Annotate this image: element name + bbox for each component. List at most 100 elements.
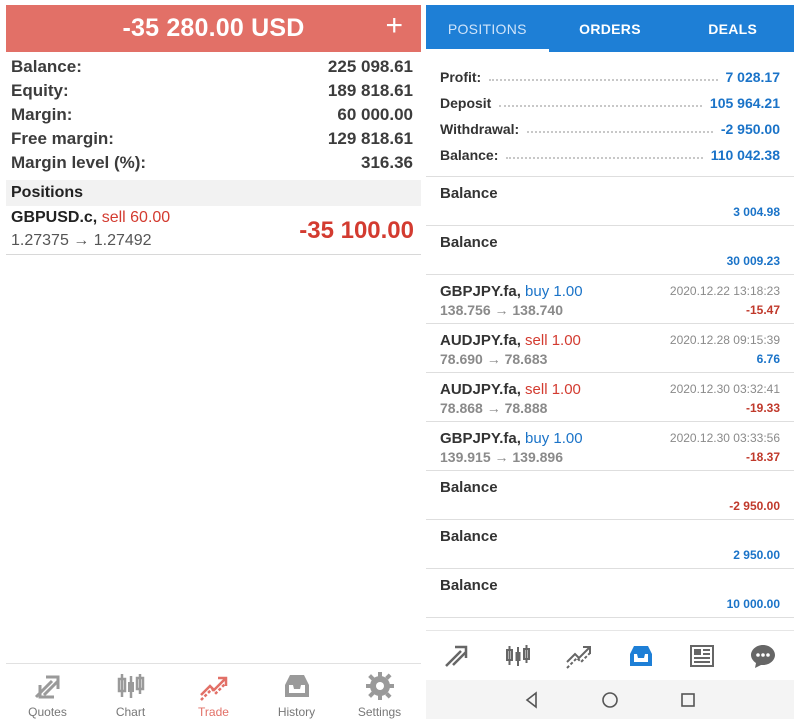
deal-amount: -15.47 bbox=[745, 303, 780, 317]
dotted-leader bbox=[499, 105, 702, 107]
tab-positions[interactable]: POSITIONS bbox=[426, 5, 549, 52]
right-bottom-navigation bbox=[426, 630, 794, 680]
deal-row[interactable]: AUDJPY.fa, sell 1.00 78.690 → 78.683 202… bbox=[426, 324, 794, 373]
account-label: Free margin: bbox=[11, 129, 114, 148]
account-value: 129 818.61 bbox=[327, 129, 413, 148]
nav-quotes[interactable]: Quotes bbox=[6, 664, 89, 719]
nav-chart[interactable] bbox=[487, 631, 548, 680]
dotted-leader bbox=[527, 131, 713, 133]
chart-line-icon bbox=[566, 645, 592, 669]
deal-row[interactable]: Balance 3 004.98 bbox=[426, 177, 794, 226]
position-profit: -35 100.00 bbox=[299, 217, 414, 244]
trade-panel: -35 280.00 USD + Balance: 225 098.61 Equ… bbox=[6, 5, 421, 719]
summary-row-profit: Profit: 7 028.17 bbox=[440, 64, 780, 90]
deal-side: buy 1.00 bbox=[525, 430, 583, 447]
nav-chart[interactable]: Chart bbox=[89, 664, 172, 719]
account-label: Equity: bbox=[11, 81, 69, 100]
deal-row[interactable]: Balance 2 950.00 bbox=[426, 520, 794, 569]
history-icon bbox=[284, 675, 309, 697]
deal-row[interactable]: GBPJPY.fa, buy 1.00 138.756 → 138.740 20… bbox=[426, 275, 794, 324]
deals-list: Balance 3 004.98 Balance 30 009.23 GBPJP… bbox=[426, 177, 794, 618]
summary-value: 7 028.17 bbox=[725, 69, 781, 85]
deal-title: Balance bbox=[440, 185, 498, 202]
account-row-margin-level: Margin level (%): 316.36 bbox=[6, 151, 421, 175]
position-prices: 1.27375 → 1.27492 bbox=[11, 232, 152, 249]
position-side: sell 60.00 bbox=[101, 209, 171, 226]
summary-value: -2 950.00 bbox=[720, 121, 780, 137]
dotted-leader bbox=[506, 157, 703, 159]
history-summary: Profit: 7 028.17 Deposit 105 964.21 With… bbox=[426, 52, 794, 177]
deal-amount: -2 950.00 bbox=[729, 499, 780, 513]
dotted-leader bbox=[489, 79, 718, 81]
history-panel: POSITIONS ORDERS DEALS Profit: 7 028.17 … bbox=[426, 5, 794, 719]
position-symbol-line: GBPUSD.c, sell 60.00 bbox=[11, 209, 170, 227]
deal-prices: 139.915 → 139.896 bbox=[440, 449, 563, 465]
summary-row-balance: Balance: 110 042.38 bbox=[440, 142, 780, 168]
bottom-navigation: Quotes Chart Trade History Settings bbox=[6, 663, 421, 719]
deal-time: 2020.12.22 13:18:23 bbox=[669, 284, 780, 298]
summary-value: 110 042.38 bbox=[710, 147, 780, 163]
nav-history[interactable]: History bbox=[255, 664, 338, 719]
nav-quotes[interactable] bbox=[426, 631, 487, 680]
news-icon bbox=[689, 644, 714, 667]
nav-chat[interactable] bbox=[733, 631, 794, 680]
summary-label: Deposit bbox=[440, 95, 492, 111]
tab-deals[interactable]: DEALS bbox=[671, 5, 794, 52]
deal-symbol: GBPJPY.fa, bbox=[440, 283, 521, 300]
nav-label: History bbox=[277, 705, 316, 719]
nav-settings[interactable]: Settings bbox=[338, 664, 421, 719]
summary-label: Profit: bbox=[440, 69, 482, 85]
deal-title: Balance bbox=[440, 528, 498, 545]
account-summary: Balance: 225 098.61 Equity: 189 818.61 M… bbox=[6, 52, 421, 175]
trade-icon bbox=[199, 676, 227, 701]
deal-symbol: GBPJPY.fa, bbox=[440, 430, 521, 447]
nav-label: Chart bbox=[115, 705, 146, 719]
deal-symbol-line: AUDJPY.fa, sell 1.00 bbox=[440, 381, 581, 398]
tab-orders[interactable]: ORDERS bbox=[549, 5, 672, 52]
nav-label: Quotes bbox=[28, 705, 67, 719]
deal-row[interactable]: GBPJPY.fa, buy 1.00 139.915 → 139.896 20… bbox=[426, 422, 794, 471]
nav-news[interactable] bbox=[671, 631, 732, 680]
home-icon[interactable] bbox=[601, 691, 619, 709]
candles-icon bbox=[505, 644, 530, 666]
history-tabs: POSITIONS ORDERS DEALS bbox=[426, 5, 794, 52]
deal-amount: -18.37 bbox=[745, 450, 780, 464]
settings-icon bbox=[365, 672, 394, 700]
nav-trade[interactable] bbox=[549, 631, 610, 680]
deal-row[interactable]: Balance -2 950.00 bbox=[426, 471, 794, 520]
positions-section-header: Positions bbox=[6, 180, 421, 206]
nav-label: Trade bbox=[198, 705, 229, 719]
deal-amount: 2 950.00 bbox=[733, 548, 780, 562]
nav-trade[interactable]: Trade bbox=[172, 664, 255, 719]
deal-title: Balance bbox=[440, 479, 498, 496]
nav-history[interactable] bbox=[610, 631, 671, 680]
chat-icon bbox=[751, 644, 776, 668]
quotes-icon bbox=[34, 675, 59, 699]
inbox-icon bbox=[629, 645, 652, 666]
new-order-button[interactable]: + bbox=[385, 11, 403, 41]
deal-row[interactable]: Balance 10 000.00 bbox=[426, 569, 794, 618]
trade-arrow-icon bbox=[444, 645, 467, 667]
deal-row[interactable]: AUDJPY.fa, sell 1.00 78.868 → 78.888 202… bbox=[426, 373, 794, 422]
deal-prices: 78.868 → 78.888 bbox=[440, 400, 548, 416]
account-value: 225 098.61 bbox=[327, 57, 413, 76]
account-value: 60 000.00 bbox=[337, 105, 413, 124]
position-row[interactable]: GBPUSD.c, sell 60.00 1.27375 → 1.27492 -… bbox=[6, 206, 421, 255]
chart-icon bbox=[117, 674, 144, 698]
account-label: Margin level (%): bbox=[11, 153, 147, 172]
position-symbol: GBPUSD.c, bbox=[11, 209, 98, 226]
deal-title: Balance bbox=[440, 577, 498, 594]
active-tab-indicator bbox=[426, 49, 549, 52]
deal-side: buy 1.00 bbox=[525, 283, 583, 300]
account-label: Margin: bbox=[11, 105, 73, 124]
summary-label: Withdrawal: bbox=[440, 121, 520, 137]
summary-row-deposit: Deposit 105 964.21 bbox=[440, 90, 780, 116]
account-row-margin: Margin: 60 000.00 bbox=[6, 103, 421, 127]
deal-time: 2020.12.30 03:33:56 bbox=[669, 431, 780, 445]
recents-icon[interactable] bbox=[679, 691, 697, 709]
deal-time: 2020.12.28 09:15:39 bbox=[669, 333, 780, 347]
deal-side: sell 1.00 bbox=[525, 332, 581, 349]
back-icon[interactable] bbox=[523, 690, 541, 709]
deal-side: sell 1.00 bbox=[525, 381, 581, 398]
deal-row[interactable]: Balance 30 009.23 bbox=[426, 226, 794, 275]
